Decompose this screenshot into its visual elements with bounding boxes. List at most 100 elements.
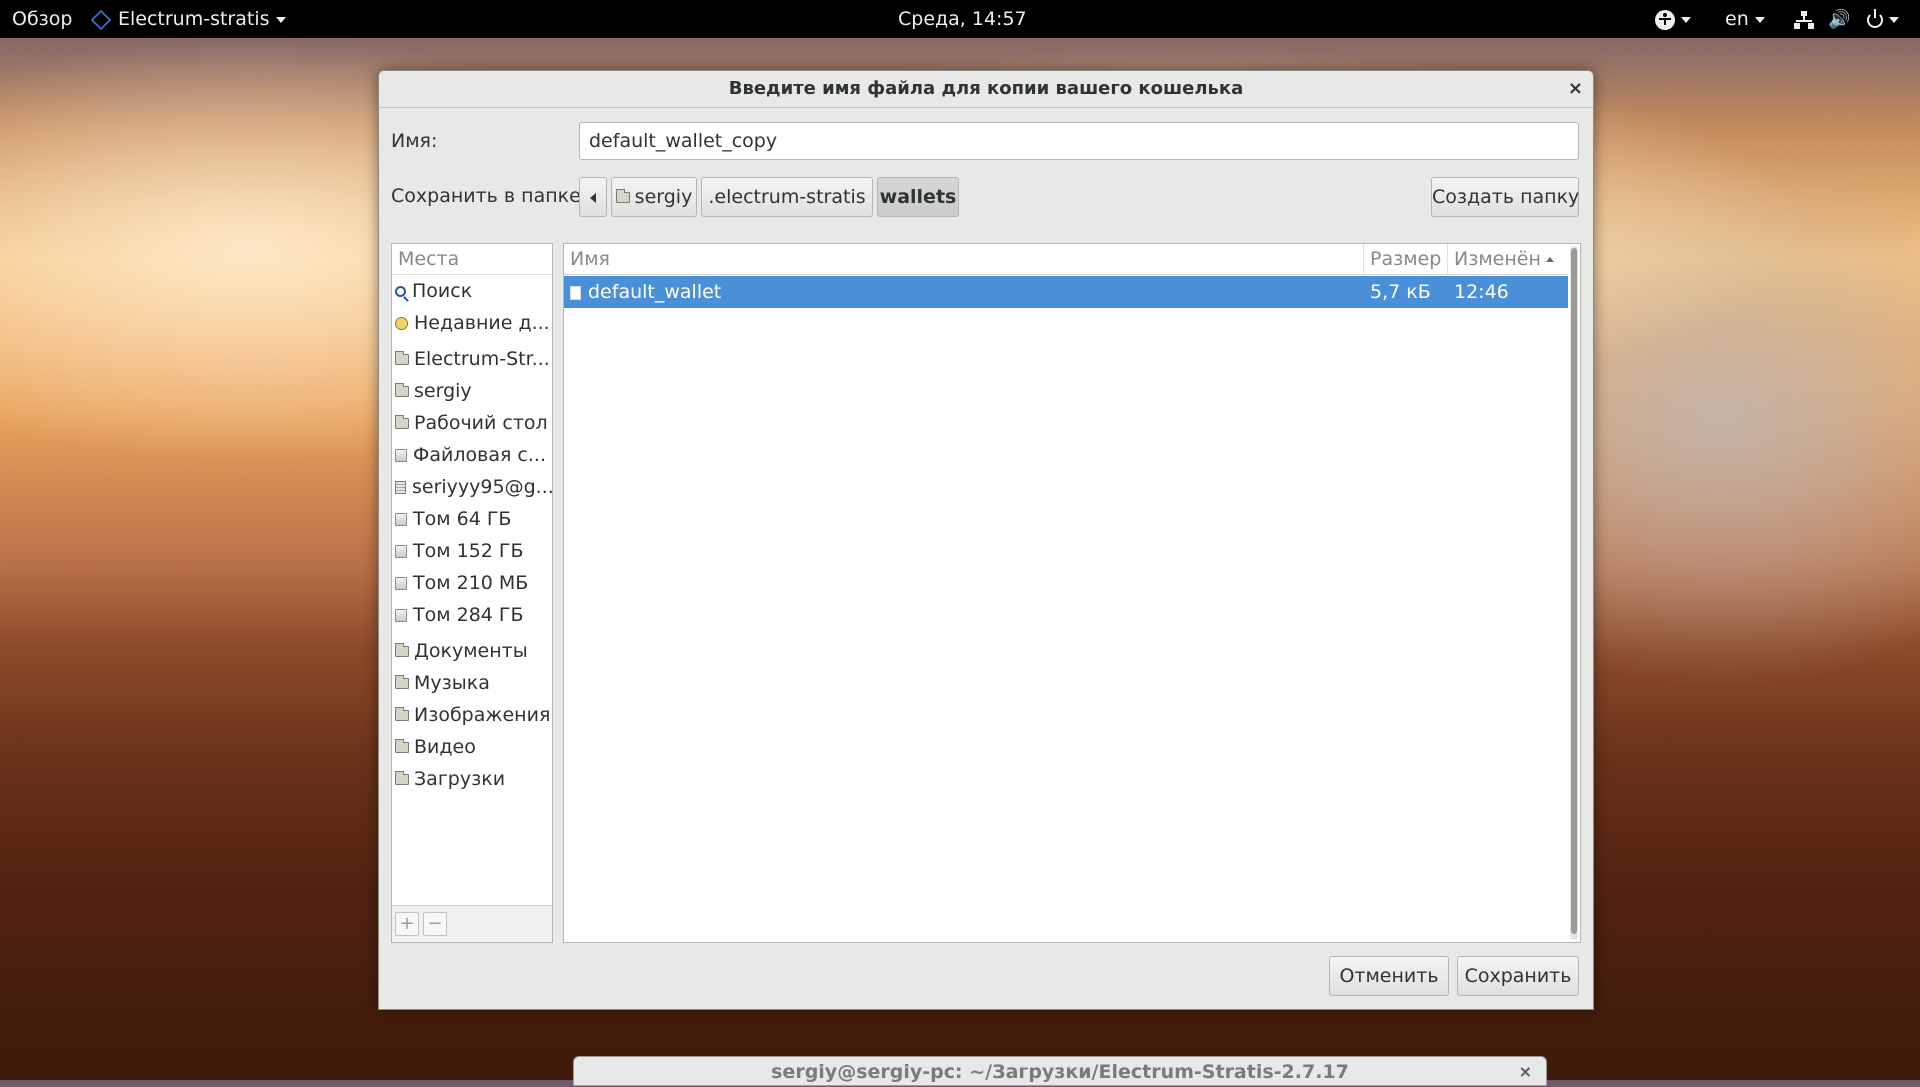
downloads-folder-icon [395,771,409,785]
sidebar-item-label: Том 152 ГБ [413,540,524,562]
activities-button[interactable]: Обзор [12,0,72,38]
chevron-left-icon [590,192,596,203]
music-folder-icon [395,675,409,689]
system-menu[interactable]: 🔊 [1794,0,1899,38]
save-in-label: Сохранить в папке [391,185,581,207]
sidebar-item-network-drive[interactable]: seriyyy95@g... [392,471,552,503]
app-menu[interactable]: Electrum-stratis [90,0,286,38]
path-button-wallets[interactable]: wallets [877,177,959,217]
column-name[interactable]: Имя [564,244,1364,274]
path-back-button[interactable] [579,177,607,217]
dialog-title: Введите имя файла для копии вашего кошел… [379,71,1593,108]
sidebar-item-label: Документы [414,640,528,662]
vertical-scrollbar[interactable] [1570,246,1578,940]
add-bookmark-button[interactable]: + [395,912,419,936]
sidebar-item-desktop[interactable]: Рабочий стол [392,407,552,439]
file-list-header: Имя Размер Изменён [564,244,1568,275]
scrollbar-thumb[interactable] [1571,248,1577,934]
electrum-app-icon [90,9,112,30]
top-panel: Обзор Electrum-stratis Среда, 14:57 en 🔊 [0,0,1920,38]
save-button[interactable]: Сохранить [1457,956,1579,996]
sidebar-item-label: sergiy [414,380,472,402]
sidebar-item-electrum[interactable]: Electrum-Str... [392,343,552,375]
sidebar-item-music[interactable]: Музыка [392,667,552,699]
column-modified-label: Изменён [1454,248,1541,270]
sidebar-item-label: seriyyy95@g... [412,476,552,498]
home-folder-icon [395,383,409,397]
volume-icon: 🔊 [1828,8,1851,30]
folder-icon [395,351,409,365]
drive-icon [395,609,407,622]
keyboard-layout-label: en [1725,8,1749,30]
file-size: 5,7 кБ [1370,281,1431,303]
sidebar-item-search[interactable]: Поиск [392,275,552,307]
save-file-dialog: Введите имя файла для копии вашего кошел… [378,70,1594,1010]
sidebar-item-volume-64[interactable]: Том 64 ГБ [392,503,552,535]
sidebar-item-filesystem[interactable]: Файловая с... [392,439,552,471]
chevron-down-icon [1888,16,1899,23]
drive-icon [395,513,407,526]
keyboard-layout-menu[interactable]: en [1725,0,1765,38]
places-sidebar: Места Поиск Недавние д... Electrum-Str..… [391,243,553,943]
path-button-sergiy[interactable]: sergiy [611,177,697,217]
app-menu-label: Electrum-stratis [118,8,270,30]
remove-bookmark-button[interactable]: − [423,912,447,936]
sidebar-item-pictures[interactable]: Изображения [392,699,552,731]
sort-ascending-icon [1545,257,1554,262]
desktop-folder-icon [395,415,409,429]
sidebar-item-label: Файловая с... [413,444,546,466]
documents-folder-icon [395,643,409,657]
sidebar-item-label: Изображения [414,704,551,726]
clock[interactable]: Среда, 14:57 [898,0,1027,38]
sidebar-item-volume-284[interactable]: Том 284 ГБ [392,599,552,631]
close-icon[interactable]: × [1568,71,1583,107]
path-button-electrum-stratis[interactable]: .electrum-stratis [701,177,873,217]
close-icon[interactable]: × [1519,1057,1532,1087]
sidebar-item-volume-210[interactable]: Том 210 МБ [392,567,552,599]
column-size[interactable]: Размер [1364,244,1448,274]
sidebar-item-label: Рабочий стол [414,412,548,434]
sidebar-item-label: Видео [414,736,476,758]
sidebar-item-label: Музыка [414,672,490,694]
accessibility-menu[interactable] [1655,0,1691,38]
power-icon [1866,8,1883,28]
filesystem-icon [395,449,407,462]
file-icon [570,285,581,300]
home-folder-icon [615,189,630,203]
cancel-button[interactable]: Отменить [1329,956,1449,996]
places-toolbar: + − [392,905,552,942]
recent-icon [395,317,408,330]
filename-input[interactable]: default_wallet_copy [579,122,1579,160]
sidebar-item-volume-152[interactable]: Том 152 ГБ [392,535,552,567]
sidebar-item-home[interactable]: sergiy [392,375,552,407]
column-modified[interactable]: Изменён [1448,244,1568,274]
videos-folder-icon [395,739,409,753]
sidebar-item-label: Том 210 МБ [413,572,529,594]
drive-icon [395,577,407,590]
path-label: sergiy [634,186,693,208]
network-icon [1794,10,1814,29]
sidebar-item-recent[interactable]: Недавние д... [392,307,552,339]
sidebar-item-downloads[interactable]: Загрузки [392,763,552,795]
file-name: default_wallet [588,281,722,303]
sidebar-item-documents[interactable]: Документы [392,635,552,667]
chevron-down-icon [275,16,286,23]
sidebar-item-videos[interactable]: Видео [392,731,552,763]
sidebar-item-label: Том 284 ГБ [413,604,524,626]
create-folder-button[interactable]: Создать папку [1431,177,1579,217]
terminal-window-title[interactable]: sergiy@sergiy-pc: ~/Загрузки/Electrum-St… [573,1056,1547,1086]
accessibility-icon [1655,9,1675,30]
name-label: Имя: [391,130,438,152]
sidebar-item-label: Поиск [412,280,473,302]
network-drive-icon [395,481,406,494]
pictures-folder-icon [395,707,409,721]
places-header: Места [392,244,552,275]
sidebar-item-label: Том 64 ГБ [413,508,512,530]
sidebar-item-label: Загрузки [414,768,506,790]
search-icon [395,286,406,297]
sidebar-item-label: Недавние д... [414,312,550,334]
drive-icon [395,545,407,558]
chevron-down-icon [1754,16,1765,23]
chevron-down-icon [1681,16,1691,23]
table-row[interactable]: default_wallet 5,7 кБ 12:46 [564,276,1568,308]
